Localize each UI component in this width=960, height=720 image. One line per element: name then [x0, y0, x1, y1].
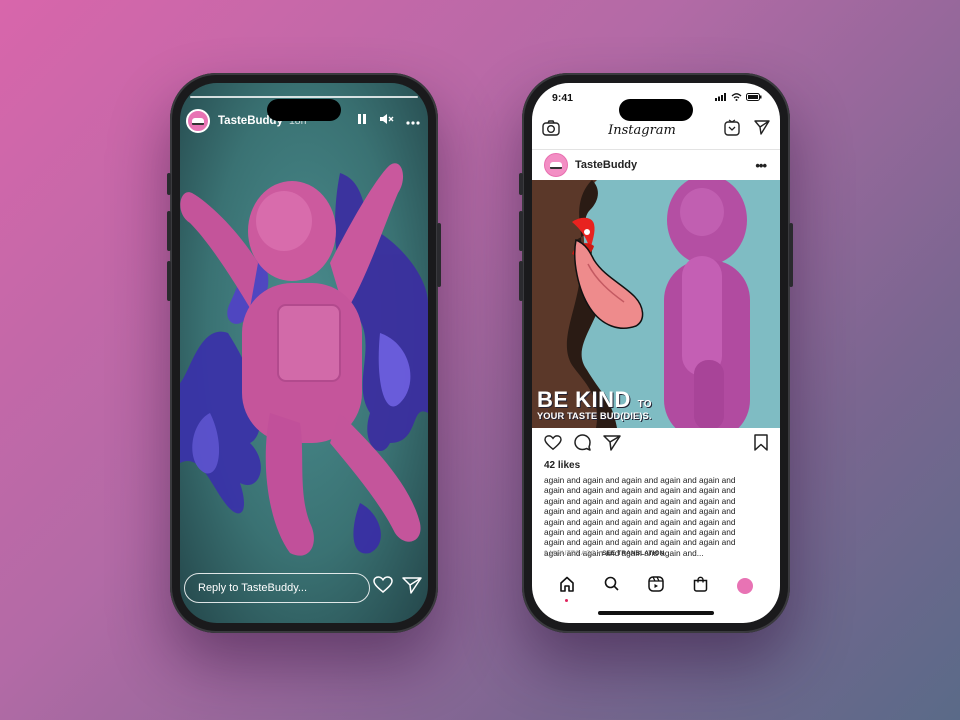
post-avatar[interactable] — [544, 153, 568, 177]
feed-phone: 9:41 Instagram TasteBuddy ••• BE KIND TO… — [519, 73, 793, 633]
home-icon[interactable] — [559, 576, 575, 602]
post-username[interactable]: TasteBuddy — [575, 159, 637, 171]
bookmark-icon[interactable] — [754, 434, 768, 456]
mute-icon[interactable] — [379, 112, 395, 130]
more-icon[interactable] — [406, 112, 420, 130]
profile-avatar[interactable] — [737, 578, 754, 594]
home-active-dot — [564, 598, 568, 602]
post-meta: 9 MINUTES AGO • SEE TRANSLATION — [544, 550, 664, 557]
reels-icon[interactable] — [648, 575, 664, 597]
battery-icon — [746, 92, 762, 104]
igtv-icon[interactable] — [724, 119, 740, 141]
pause-icon[interactable] — [356, 112, 368, 130]
heart-icon[interactable] — [373, 576, 393, 599]
post-caption: again and again and again and again and … — [544, 475, 736, 558]
search-icon[interactable] — [604, 576, 619, 596]
status-time: 9:41 — [552, 92, 574, 104]
post-timestamp: 9 MINUTES AGO — [544, 550, 596, 557]
reply-input[interactable]: Reply to TasteBuddy... — [184, 573, 370, 603]
story-screen[interactable]: TasteBuddy 18h Reply to TasteBuddy... — [180, 83, 428, 623]
like-count[interactable]: 42 likes — [544, 460, 580, 471]
more-icon[interactable]: ••• — [755, 158, 767, 173]
volume-up-button — [519, 211, 523, 251]
comment-icon[interactable] — [574, 434, 591, 456]
volume-down-button — [519, 261, 523, 301]
volume-up-button — [167, 211, 171, 251]
power-button — [789, 223, 793, 287]
image-subheadline: YOUR TASTE BUD(DIE)S. — [537, 411, 652, 421]
post-image[interactable]: BE KIND TO YOUR TASTE BUD(DIE)S. — [532, 180, 780, 428]
like-icon[interactable] — [544, 434, 562, 456]
story-phone: TasteBuddy 18h Reply to TasteBuddy... — [167, 73, 441, 633]
post-header: TasteBuddy ••• — [544, 150, 767, 180]
story-progress-bar — [190, 96, 418, 98]
shop-icon[interactable] — [693, 576, 708, 597]
dynamic-island — [619, 99, 693, 121]
image-headline-to: TO — [637, 399, 652, 410]
signal-icon — [715, 92, 727, 104]
camera-icon[interactable] — [542, 119, 560, 141]
home-indicator — [598, 611, 714, 615]
volume-down-button — [167, 261, 171, 301]
post-actions — [544, 434, 768, 456]
feed-screen: 9:41 Instagram TasteBuddy ••• BE KIND TO… — [532, 83, 780, 623]
side-button — [167, 173, 171, 195]
direct-message-icon[interactable] — [754, 120, 770, 140]
power-button — [437, 223, 441, 287]
bottom-nav — [532, 573, 780, 602]
share-icon[interactable] — [603, 434, 621, 456]
side-button — [519, 173, 523, 195]
send-icon[interactable] — [402, 576, 422, 599]
dynamic-island — [267, 99, 341, 121]
see-translation-link[interactable]: SEE TRANSLATION — [602, 550, 664, 557]
wifi-icon — [731, 92, 742, 104]
app-logo: Instagram — [608, 122, 676, 138]
avatar[interactable] — [186, 109, 210, 133]
story-image — [180, 163, 428, 556]
